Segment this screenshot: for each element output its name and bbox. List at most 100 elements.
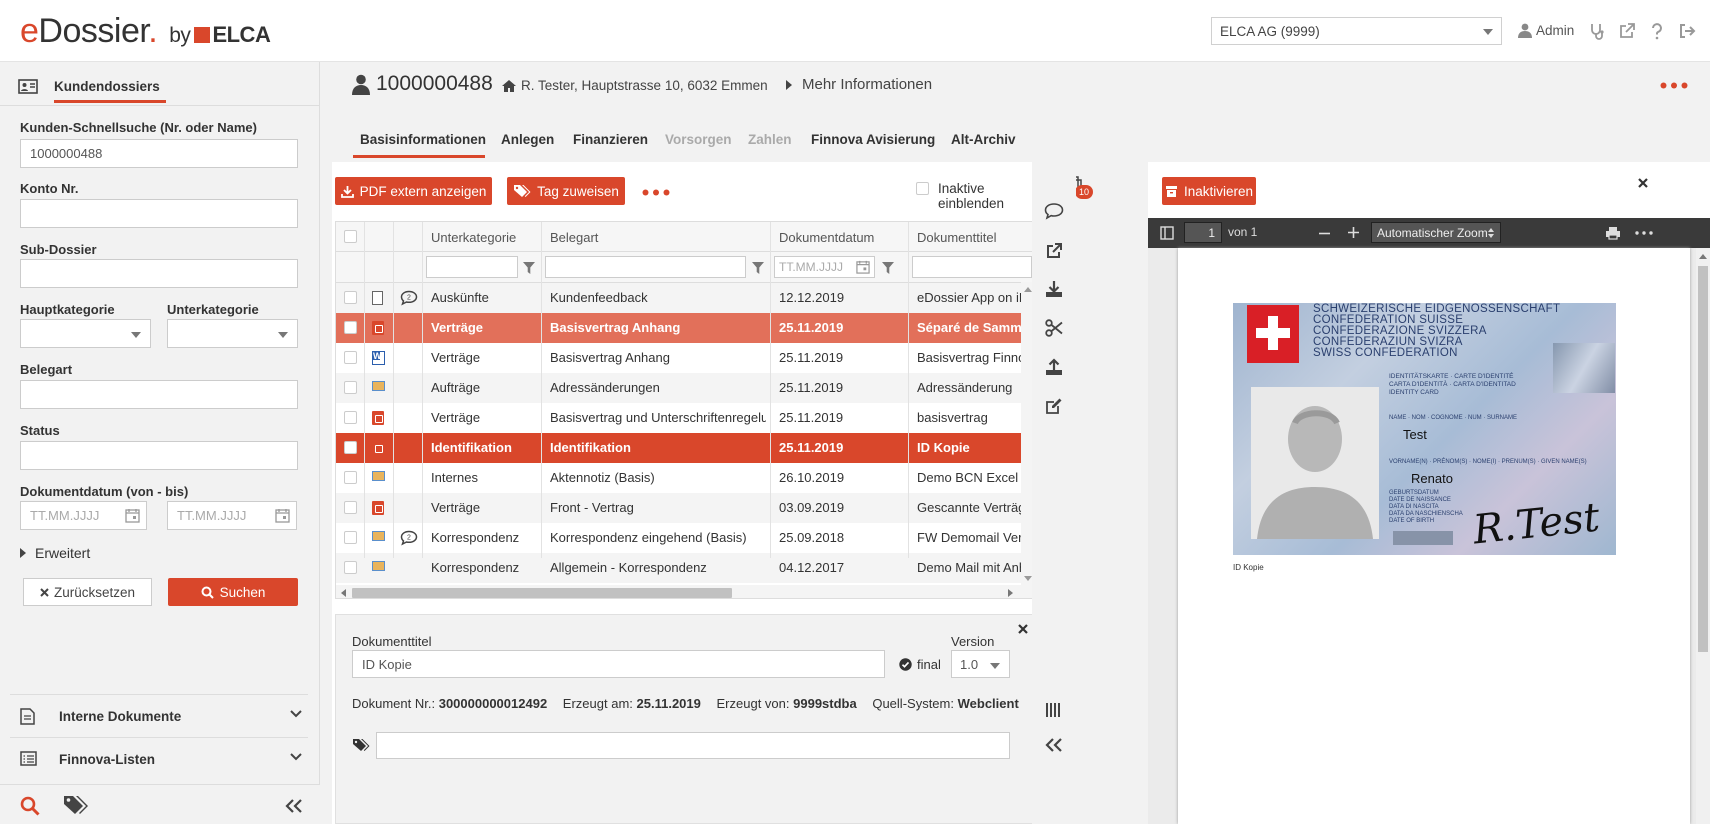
tab-anlegen[interactable]: Anlegen — [501, 132, 554, 147]
calendar-icon[interactable] — [856, 260, 870, 274]
filter-titel-input[interactable] — [912, 256, 1032, 278]
table-row[interactable]: Korrespondenz Allgemein - Korrespondenz 04… — [336, 553, 1033, 583]
unterkategorie-select[interactable] — [167, 319, 298, 348]
accordion-interne-dokumente[interactable]: Interne Dokumente — [10, 694, 308, 737]
date-from-input[interactable]: TT.MM.JJJJ — [20, 501, 147, 530]
help-icon[interactable] — [1648, 22, 1666, 40]
filter-unterkategorie-input[interactable] — [426, 256, 518, 278]
version-select[interactable]: 1.0 — [951, 650, 1010, 678]
zoom-select[interactable]: Automatischer Zoom — [1371, 222, 1501, 243]
double-chevron-left-icon[interactable] — [1045, 738, 1063, 752]
table-row[interactable]: Verträge Basisvertrag und Unterschriftenr… — [336, 403, 1033, 433]
row-checkbox[interactable] — [344, 411, 357, 424]
pdf-caption: ID Kopie — [1233, 563, 1264, 572]
more-tools-icon[interactable] — [1635, 231, 1653, 235]
titel-input[interactable]: ID Kopie — [352, 650, 885, 678]
calendar-icon[interactable] — [125, 508, 140, 523]
tab-alt-archiv[interactable]: Alt-Archiv — [951, 132, 1016, 147]
double-chevron-left-icon[interactable] — [285, 799, 303, 813]
konto-input[interactable] — [20, 199, 298, 228]
filter-datum-input[interactable]: TT.MM.JJJJ — [774, 256, 875, 278]
app-logo[interactable]: eDossier. by ELCA — [20, 12, 271, 51]
logout-icon[interactable] — [1678, 22, 1696, 40]
table-row[interactable]: Identifikation Identifikation 25.11.2019 ID… — [336, 433, 1033, 463]
search-button[interactable]: Suchen — [168, 578, 298, 606]
tab-finnova-avisierung[interactable]: Finnova Avisierung — [811, 132, 935, 147]
column-header-dokumenttitel[interactable]: Dokumenttitel — [917, 230, 996, 245]
upload-icon[interactable] — [1045, 358, 1063, 376]
sidebar-toggle-icon[interactable] — [1160, 226, 1174, 240]
page-number-input[interactable]: 1 — [1184, 222, 1222, 243]
filter-icon[interactable] — [752, 262, 764, 274]
column-header-belegart[interactable]: Belegart — [550, 230, 598, 245]
row-checkbox[interactable] — [344, 351, 357, 364]
tag-zuweisen-button[interactable]: Tag zuweisen — [507, 177, 625, 205]
tab-basisinformationen[interactable]: Basisinformationen — [360, 132, 486, 147]
pdf-vertical-scrollbar[interactable] — [1696, 248, 1710, 824]
more-options-icon[interactable] — [1660, 82, 1688, 89]
table-row[interactable]: Internes Aktennotiz (Basis) 26.10.2019 Demo… — [336, 463, 1033, 493]
horizontal-scrollbar[interactable] — [336, 585, 1033, 598]
reset-button[interactable]: Zurücksetzen — [23, 578, 152, 606]
close-icon[interactable] — [1638, 178, 1648, 188]
tab-finanzieren[interactable]: Finanzieren — [573, 132, 648, 147]
row-checkbox[interactable] — [344, 501, 357, 514]
row-checkbox[interactable] — [344, 441, 357, 454]
search-icon[interactable] — [20, 796, 40, 816]
subdossier-input[interactable] — [20, 259, 298, 288]
tab-vorsorgen[interactable]: Vorsorgen — [665, 132, 732, 147]
row-checkbox[interactable] — [344, 381, 357, 394]
row-checkbox[interactable] — [344, 531, 357, 544]
scissors-icon[interactable] — [1045, 319, 1063, 337]
date-to-input[interactable]: TT.MM.JJJJ — [167, 501, 297, 530]
table-row[interactable]: Aufträge Adressänderungen 25.11.2019 Adress… — [336, 373, 1033, 403]
quick-search-input[interactable]: 1000000488 — [20, 139, 298, 168]
belegart-input[interactable] — [20, 380, 298, 409]
inactive-checkbox[interactable] — [916, 182, 929, 195]
table-row[interactable]: 2 Auskünfte Kundenfeedback 12.12.2019 eDossi… — [336, 283, 1033, 313]
table-row[interactable]: Verträge Front - Vertrag 03.09.2019 Gescann… — [336, 493, 1033, 523]
zoom-out-icon[interactable] — [1319, 228, 1330, 239]
filter-belegart-input[interactable] — [545, 256, 746, 278]
filter-icon[interactable] — [523, 262, 535, 274]
tab-kundendossiers[interactable]: Kundendossiers — [18, 70, 160, 102]
close-icon[interactable] — [1018, 624, 1028, 634]
tab-zahlen[interactable]: Zahlen — [748, 132, 792, 147]
zoom-in-icon[interactable] — [1348, 227, 1359, 238]
user-menu[interactable]: Admin — [1518, 23, 1574, 38]
columns-icon[interactable] — [1046, 702, 1062, 718]
column-header-dokumentdatum[interactable]: Dokumentdatum — [779, 230, 874, 245]
edit-icon[interactable] — [1045, 397, 1063, 415]
table-row[interactable]: Verträge Basisvertrag Anhang 25.11.2019 Bas… — [336, 343, 1033, 373]
pdf-extern-button[interactable]: PDF extern anzeigen — [335, 177, 492, 205]
select-all-checkbox[interactable] — [344, 230, 357, 243]
comment-icon[interactable] — [1044, 202, 1064, 220]
download-icon[interactable] — [1045, 280, 1063, 298]
scrollbar-thumb[interactable] — [1698, 266, 1708, 652]
pdf-toolbar: 1 von 1 Automatischer Zoom — [1148, 218, 1710, 248]
scrollbar-thumb[interactable] — [352, 588, 732, 598]
mandant-select[interactable]: ELCA AG (9999) — [1211, 17, 1502, 45]
row-checkbox[interactable] — [344, 291, 357, 304]
tags-icon[interactable] — [63, 794, 89, 816]
more-info-toggle[interactable]: Mehr Informationen — [786, 76, 932, 93]
accordion-finnova-listen[interactable]: Finnova-Listen — [10, 737, 308, 780]
tag-input[interactable] — [376, 732, 1010, 759]
row-checkbox[interactable] — [344, 471, 357, 484]
calendar-icon[interactable] — [275, 508, 290, 523]
erweitert-toggle[interactable]: Erweitert — [20, 545, 90, 561]
external-link-icon[interactable] — [1045, 242, 1063, 260]
row-checkbox[interactable] — [344, 561, 357, 574]
filter-icon[interactable] — [882, 262, 894, 274]
status-input[interactable] — [20, 441, 298, 470]
table-row[interactable]: Verträge Basisvertrag Anhang 25.11.2019 Sép… — [336, 313, 1033, 343]
print-icon[interactable] — [1605, 226, 1621, 240]
stethoscope-icon[interactable] — [1588, 22, 1606, 40]
table-row[interactable]: 2 Korrespondenz Korrespondenz eingehend (B… — [336, 523, 1033, 553]
external-link-icon[interactable] — [1618, 22, 1636, 40]
more-options-icon[interactable] — [642, 189, 670, 196]
row-checkbox[interactable] — [344, 321, 357, 334]
inaktivieren-button[interactable]: Inaktivieren — [1162, 177, 1256, 205]
column-header-unterkategorie[interactable]: Unterkategorie — [431, 230, 516, 245]
hauptkategorie-select[interactable] — [20, 319, 151, 348]
